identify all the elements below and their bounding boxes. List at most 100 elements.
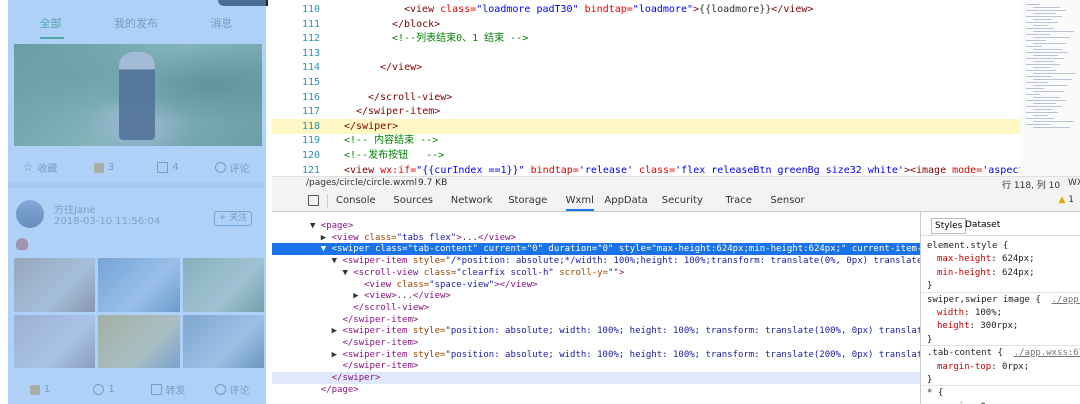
tree-node[interactable]: <view class="space-view"></view> — [272, 279, 920, 291]
line-number: 115 — [301, 77, 320, 88]
code-line[interactable]: 115 — [272, 75, 1020, 90]
devtools-tab-console[interactable]: Console — [336, 195, 376, 206]
tree-token: <view — [364, 279, 397, 290]
tab-styles[interactable]: Styles — [931, 218, 967, 234]
grid-image[interactable] — [182, 314, 264, 368]
style-line[interactable]: margin-top: 0rpx; — [937, 361, 1029, 373]
avatar[interactable] — [16, 200, 44, 228]
style-line[interactable]: width: 100%; — [937, 307, 1002, 319]
tree-token: duration= — [543, 244, 598, 255]
code-line[interactable]: 118 </swiper> — [272, 118, 1020, 134]
grid-image[interactable] — [98, 258, 180, 312]
post-username[interactable]: 方往Jane — [54, 201, 96, 216]
post-actions-1: ☆ 收藏 3 4 评论 — [8, 160, 264, 175]
minimap-line — [1033, 37, 1070, 38]
minimap-line — [1026, 70, 1056, 71]
like-button[interactable]: 1 — [8, 382, 72, 397]
code-line[interactable]: 114 </view> — [272, 60, 1020, 75]
devtools-tab-wxml[interactable]: Wxml — [565, 195, 594, 211]
like-button[interactable]: 3 — [72, 160, 136, 175]
collapse-arrow-icon[interactable]: ▼ — [332, 256, 343, 266]
tab-all[interactable]: 全部 — [8, 10, 93, 40]
follow-button[interactable]: + 关注 — [214, 211, 252, 226]
style-line: element.style { — [927, 240, 1008, 252]
style-selector: swiper,swiper image { — [927, 294, 1052, 305]
tab-messages[interactable]: 消息 — [179, 10, 264, 40]
code-line[interactable]: 120 <!--发布按钮 --> — [272, 148, 1020, 163]
share-icon — [150, 384, 162, 395]
styles-panel-tabs: Styles Dataset — [921, 212, 1080, 236]
tree-node[interactable]: </scroll-view> — [272, 302, 920, 314]
expand-arrow-icon[interactable]: ▶ — [332, 350, 343, 360]
grid-image[interactable] — [182, 258, 264, 312]
expand-arrow-icon[interactable]: ▶ — [321, 233, 332, 243]
tree-node[interactable]: ▼ <swiper class="tab-content" current="0… — [272, 243, 955, 256]
editor-minimap[interactable] — [1020, 0, 1080, 176]
post-photo-large[interactable] — [14, 44, 262, 146]
tree-node[interactable]: ▶ <view class="tabs flex">...</view> — [272, 232, 920, 244]
devtools-tab-network[interactable]: Network — [451, 195, 493, 206]
tree-node[interactable]: ▶ <swiper-item style="position: absolute… — [272, 325, 993, 337]
code-editor[interactable]: 110 <view class="loadmore padT30" bindtap… — [272, 0, 1054, 176]
code-token: {{loadmore}} — [699, 4, 772, 15]
share-button[interactable]: 4 — [136, 160, 200, 175]
tree-node[interactable]: </swiper-item> — [272, 314, 920, 326]
devtools-tab-appdata[interactable]: AppData — [604, 195, 647, 206]
style-line[interactable]: max-height: 624px; — [937, 253, 1035, 265]
expand-arrow-icon[interactable]: ▶ — [332, 326, 343, 336]
code-line[interactable]: 110 <view class="loadmore padT30" bindtap… — [272, 2, 1020, 17]
devtools-tab-trace[interactable]: Trace — [725, 195, 752, 206]
style-colon: : — [991, 267, 1003, 278]
comment-count-button[interactable]: 1 — [72, 382, 136, 397]
tree-node[interactable]: ▶ <swiper-item style="position: absolute… — [272, 349, 993, 361]
forward-button[interactable]: 转发 — [136, 382, 200, 397]
inspect-element-icon[interactable] — [308, 195, 319, 206]
devtools-tab-sources[interactable]: Sources — [393, 195, 433, 206]
code-token: </swiper> — [344, 120, 399, 132]
warning-counter[interactable]: ▲ 1 — [1058, 195, 1074, 205]
tree-node[interactable]: </page> — [272, 384, 920, 396]
stylesheet-link[interactable]: ./app.wxss:67 — [1014, 348, 1080, 358]
wxml-element-tree[interactable]: ▼ <page> ▶ <view class="tabs flex">...</… — [272, 212, 993, 404]
minimap-line — [1033, 97, 1060, 98]
grid-image[interactable] — [98, 314, 180, 368]
line-code: </scroll-view> — [368, 90, 452, 105]
code-line[interactable]: 116 </scroll-view> — [272, 90, 1020, 105]
code-token: 'flex releaseBtn greenBg size32 white' — [675, 164, 904, 176]
stylesheet-link[interactable]: ./app.wxss — [1052, 295, 1080, 305]
devtools-tab-sensor[interactable]: Sensor — [770, 195, 804, 206]
code-line[interactable]: 111 </block> — [272, 17, 1020, 32]
style-selector: * { — [927, 388, 944, 399]
grid-image[interactable] — [14, 258, 96, 312]
code-line[interactable]: 112 <!--列表结束0、1 结束 --> — [272, 31, 1020, 46]
code-line[interactable]: 119 <!-- 内容结束 --> — [272, 133, 1020, 148]
tree-node[interactable]: ▼ <scroll-view class="clearfix scoll-h" … — [272, 267, 920, 279]
comment-button[interactable]: 评论 — [200, 382, 264, 397]
comment-button[interactable]: 评论 — [200, 160, 264, 175]
tab-dataset[interactable]: Dataset — [965, 220, 1000, 230]
collapse-arrow-icon[interactable]: ▼ — [310, 221, 321, 231]
minimap-line — [1026, 22, 1058, 23]
tree-node[interactable]: </swiper> — [272, 372, 920, 385]
expand-arrow-icon[interactable]: ▶ — [353, 291, 364, 301]
devtools-tab-storage[interactable]: Storage — [508, 195, 547, 206]
devtools-tab-security[interactable]: Security — [662, 195, 703, 206]
code-line[interactable]: 117 </swiper-item> — [272, 104, 1020, 119]
tree-node[interactable]: ▶ <view>...</view> — [272, 290, 920, 302]
tree-node[interactable]: ▼ <swiper-item style="/*position: absolu… — [272, 255, 971, 267]
style-line[interactable]: height: 300rpx; — [937, 320, 1018, 332]
style-line[interactable]: min-height: 624px; — [937, 267, 1035, 279]
tree-node[interactable]: </swiper-item> — [272, 360, 920, 372]
favorite-button[interactable]: ☆ 收藏 — [8, 160, 72, 175]
code-line[interactable]: 113 — [272, 46, 1020, 61]
tree-token: <page> — [320, 221, 354, 231]
grid-image[interactable] — [14, 314, 96, 368]
tab-my-posts[interactable]: 我的发布 — [93, 10, 178, 40]
tree-node[interactable]: </swiper-item> — [272, 337, 920, 349]
tree-node[interactable]: ▼ <page> — [272, 220, 920, 232]
collapse-arrow-icon[interactable]: ▼ — [342, 268, 353, 278]
collapse-arrow-icon[interactable]: ▼ — [321, 244, 332, 254]
